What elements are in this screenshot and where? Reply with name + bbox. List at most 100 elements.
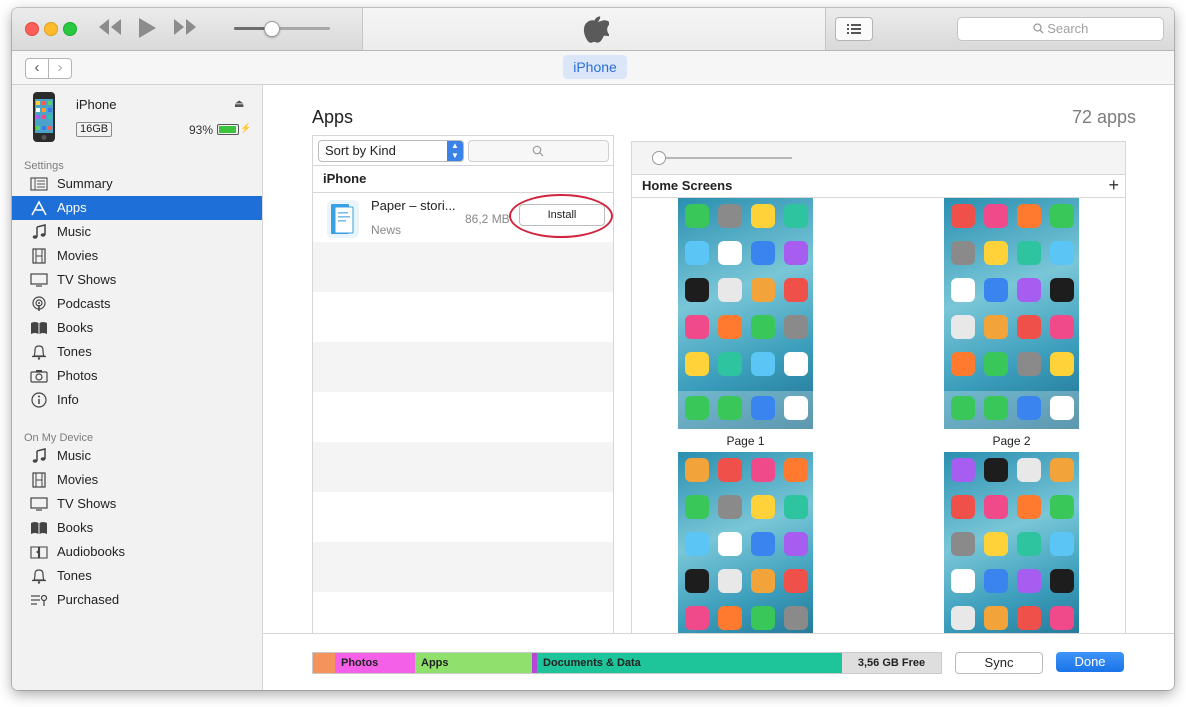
sidebar-item-photos[interactable]: Photos — [12, 364, 262, 388]
app-icon[interactable] — [951, 495, 975, 519]
app-icon[interactable] — [751, 458, 775, 482]
app-icon[interactable] — [1017, 495, 1041, 519]
rewind-icon[interactable] — [97, 16, 123, 44]
app-icon[interactable] — [718, 458, 742, 482]
sidebar-item-apps[interactable]: Apps — [12, 196, 262, 220]
app-icon[interactable] — [951, 204, 975, 228]
app-icon[interactable] — [718, 495, 742, 519]
app-icon[interactable] — [751, 241, 775, 265]
eject-icon[interactable]: ⏏ — [234, 97, 244, 110]
home-screen-page-3[interactable] — [678, 452, 813, 652]
app-icon[interactable] — [784, 458, 808, 482]
zoom-window-button[interactable] — [63, 22, 77, 36]
sidebar-item-summary[interactable]: Summary — [12, 172, 262, 196]
close-window-button[interactable] — [25, 22, 39, 36]
sidebar-item-tones[interactable]: Tones — [12, 340, 262, 364]
app-icon[interactable] — [984, 278, 1008, 302]
app-icon[interactable] — [685, 352, 709, 376]
dock-app-icon[interactable] — [718, 396, 742, 420]
app-icon[interactable] — [1050, 315, 1074, 339]
slider-knob[interactable] — [652, 151, 666, 165]
sidebar-item-info[interactable]: Info — [12, 388, 262, 412]
dock-app-icon[interactable] — [951, 396, 975, 420]
app-search-field[interactable] — [468, 140, 609, 162]
app-row[interactable]: Paper – stori... News 86,2 MB Install — [313, 192, 613, 242]
sidebar-device-item-audiobooks[interactable]: Audiobooks — [12, 540, 262, 564]
app-icon[interactable] — [685, 495, 709, 519]
app-icon[interactable] — [1017, 204, 1041, 228]
forward-button[interactable]: › — [48, 58, 72, 79]
app-icon[interactable] — [784, 495, 808, 519]
app-icon[interactable] — [984, 352, 1008, 376]
sidebar-device-item-purchased[interactable]: Purchased — [12, 588, 262, 612]
home-screen-page-1[interactable] — [678, 198, 813, 429]
app-icon[interactable] — [1017, 606, 1041, 630]
app-icon[interactable] — [784, 315, 808, 339]
app-icon[interactable] — [751, 569, 775, 593]
app-icon[interactable] — [685, 569, 709, 593]
sidebar-item-books[interactable]: Books — [12, 316, 262, 340]
app-icon[interactable] — [685, 241, 709, 265]
app-icon[interactable] — [1017, 352, 1041, 376]
app-icon[interactable] — [1017, 532, 1041, 556]
done-button[interactable]: Done — [1056, 652, 1124, 672]
app-icon[interactable] — [951, 606, 975, 630]
app-icon[interactable] — [718, 569, 742, 593]
add-page-icon[interactable]: + — [1108, 174, 1119, 196]
volume-slider[interactable] — [234, 21, 330, 37]
app-icon[interactable] — [784, 569, 808, 593]
play-icon[interactable] — [136, 16, 158, 46]
app-icon[interactable] — [685, 532, 709, 556]
app-icon[interactable] — [685, 315, 709, 339]
dock-app-icon[interactable] — [984, 396, 1008, 420]
app-icon[interactable] — [685, 458, 709, 482]
sort-dropdown[interactable]: Sort by Kind ▲ ▼ — [318, 140, 464, 162]
app-icon[interactable] — [751, 606, 775, 630]
dock-app-icon[interactable] — [1017, 396, 1041, 420]
fast-forward-icon[interactable] — [172, 16, 198, 44]
app-icon[interactable] — [1017, 241, 1041, 265]
sidebar-device-item-tv-shows[interactable]: TV Shows — [12, 492, 262, 516]
app-icon[interactable] — [718, 606, 742, 630]
dock-app-icon[interactable] — [1050, 396, 1074, 420]
app-icon[interactable] — [1050, 532, 1074, 556]
app-icon[interactable] — [784, 606, 808, 630]
app-icon[interactable] — [951, 532, 975, 556]
app-icon[interactable] — [751, 532, 775, 556]
device-tab[interactable]: iPhone — [563, 55, 627, 79]
minimize-window-button[interactable] — [44, 22, 58, 36]
sidebar-item-movies[interactable]: Movies — [12, 244, 262, 268]
app-icon[interactable] — [984, 204, 1008, 228]
sidebar-item-music[interactable]: Music — [12, 220, 262, 244]
app-icon[interactable] — [951, 569, 975, 593]
app-icon[interactable] — [784, 532, 808, 556]
app-icon[interactable] — [751, 495, 775, 519]
app-icon[interactable] — [718, 532, 742, 556]
app-icon[interactable] — [951, 458, 975, 482]
app-icon[interactable] — [1050, 241, 1074, 265]
home-screen-page-2[interactable] — [944, 198, 1079, 429]
app-icon[interactable] — [1050, 495, 1074, 519]
sidebar-device-item-movies[interactable]: Movies — [12, 468, 262, 492]
app-icon[interactable] — [685, 204, 709, 228]
app-icon[interactable] — [718, 204, 742, 228]
app-icon[interactable] — [984, 241, 1008, 265]
app-icon[interactable] — [1017, 278, 1041, 302]
app-icon[interactable] — [1050, 569, 1074, 593]
volume-knob[interactable] — [264, 21, 280, 37]
app-icon[interactable] — [984, 569, 1008, 593]
app-icon[interactable] — [685, 606, 709, 630]
app-icon[interactable] — [1017, 569, 1041, 593]
app-icon[interactable] — [685, 278, 709, 302]
app-icon[interactable] — [718, 315, 742, 339]
app-icon[interactable] — [984, 532, 1008, 556]
sidebar-device-item-tones[interactable]: Tones — [12, 564, 262, 588]
app-icon[interactable] — [784, 278, 808, 302]
back-button[interactable]: ‹ — [25, 58, 49, 79]
app-icon[interactable] — [1050, 204, 1074, 228]
app-icon[interactable] — [1050, 352, 1074, 376]
app-icon[interactable] — [951, 315, 975, 339]
dock-app-icon[interactable] — [784, 396, 808, 420]
app-icon[interactable] — [751, 352, 775, 376]
sidebar-item-podcasts[interactable]: Podcasts — [12, 292, 262, 316]
